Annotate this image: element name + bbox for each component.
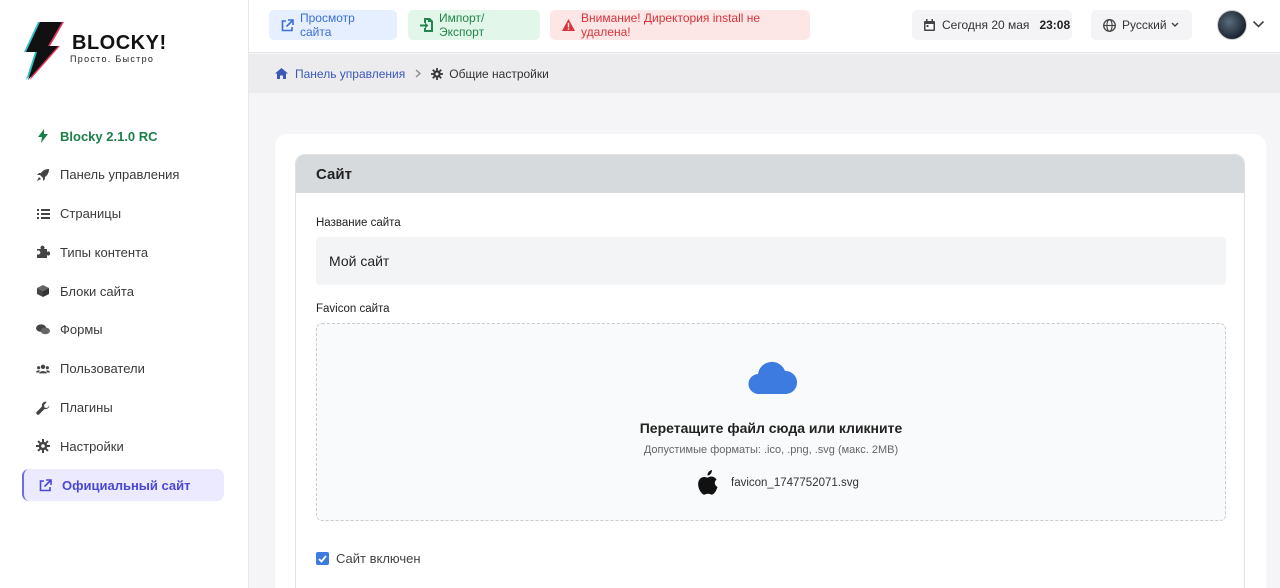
time-text: 23:08 — [1039, 18, 1071, 32]
gear-icon — [36, 439, 50, 454]
users-icon — [36, 362, 50, 376]
breadcrumb-home[interactable]: Панель управления — [275, 67, 405, 81]
wrench-icon — [36, 401, 50, 415]
breadcrumb: Панель управления Общие настройки — [249, 54, 1280, 93]
cube-icon — [36, 284, 50, 298]
brand-tagline: Просто. Быстро — [70, 54, 155, 64]
sidebar: BLOCKY! Просто. Быстро Blocky 2.1.0 RC П… — [0, 0, 249, 588]
settings-card: Сайт Название сайта Favicon сайта Перета… — [275, 134, 1266, 588]
chevron-right-icon — [415, 67, 422, 81]
avatar[interactable] — [1217, 10, 1247, 40]
favicon-label: Favicon сайта — [316, 303, 390, 315]
uploaded-file: favicon_1747752071.svg — [697, 470, 859, 496]
sidebar-item-content-types[interactable]: Типы контента — [22, 236, 224, 268]
panel-title: Сайт — [296, 155, 1244, 193]
cloud-upload-icon — [747, 360, 798, 401]
import-export-button[interactable]: Импорт/Экспорт — [408, 10, 540, 40]
puzzle-icon — [36, 245, 50, 259]
sidebar-item-label: Формы — [60, 322, 103, 338]
site-panel: Сайт Название сайта Favicon сайта Перета… — [295, 154, 1245, 588]
site-enabled-checkbox[interactable] — [316, 552, 329, 565]
sidebar-item-label: Пользователи — [60, 361, 145, 377]
date-text: Сегодня 20 мая — [942, 18, 1030, 32]
dropzone-title: Перетащите файл сюда или кликните — [639, 420, 903, 436]
dropzone-hint: Допустимые форматы: .ico, .png, .svg (ма… — [643, 444, 899, 456]
sidebar-item-version[interactable]: Blocky 2.1.0 RC — [22, 120, 224, 152]
sidebar-item-label: Blocky 2.1.0 RC — [60, 128, 158, 144]
site-name-label: Название сайта — [316, 217, 401, 229]
sidebar-item-plugins[interactable]: Плагины — [22, 392, 224, 424]
top-bar: Просмотр сайта Импорт/Экспорт Внимание! … — [249, 0, 1280, 53]
breadcrumb-home-label: Панель управления — [295, 66, 406, 81]
lightning-logo-icon — [24, 22, 64, 80]
language-selector[interactable]: Русский — [1091, 10, 1192, 40]
chevron-down-icon[interactable] — [1252, 16, 1265, 34]
site-enabled-row[interactable]: Сайт включен — [316, 551, 421, 566]
external-link-icon — [281, 18, 294, 32]
globe-icon — [1103, 18, 1116, 32]
sidebar-item-label: Страницы — [60, 206, 122, 222]
sidebar-item-label: Официальный сайт — [62, 477, 191, 493]
sidebar-item-users[interactable]: Пользователи — [22, 353, 224, 385]
warning-icon — [562, 19, 575, 31]
sidebar-item-label: Блоки сайта — [60, 283, 134, 299]
list-icon — [36, 207, 50, 221]
sidebar-item-label: Настройки — [60, 438, 124, 454]
view-site-label: Просмотр сайта — [300, 11, 355, 39]
calendar-icon — [924, 19, 935, 31]
sidebar-nav: Blocky 2.1.0 RC Панель управления Страни… — [22, 120, 224, 508]
site-name-input[interactable] — [316, 237, 1226, 285]
language-label: Русский — [1122, 18, 1167, 32]
sidebar-item-pages[interactable]: Страницы — [22, 198, 224, 230]
rocket-icon — [36, 168, 50, 182]
sidebar-item-settings[interactable]: Настройки — [22, 430, 224, 462]
check-icon — [318, 554, 327, 563]
date-display: Сегодня 20 мая 23:08 — [912, 10, 1072, 40]
sidebar-item-site-blocks[interactable]: Блоки сайта — [22, 275, 224, 307]
view-site-button[interactable]: Просмотр сайта — [269, 10, 397, 40]
external-link-icon — [38, 478, 52, 492]
import-export-label: Импорт/Экспорт — [439, 11, 485, 39]
gear-icon — [431, 67, 444, 80]
sidebar-item-label: Панель управления — [60, 167, 180, 183]
bolt-icon — [36, 129, 50, 143]
file-name: favicon_1747752071.svg — [731, 477, 859, 489]
sidebar-item-label: Типы контента — [60, 244, 149, 260]
site-enabled-label: Сайт включен — [336, 551, 421, 566]
breadcrumb-current: Общие настройки — [431, 67, 549, 81]
comments-icon — [36, 323, 50, 337]
logo[interactable]: BLOCKY! Просто. Быстро — [22, 20, 182, 82]
favicon-dropzone[interactable]: Перетащите файл сюда или кликните Допуст… — [316, 323, 1226, 521]
home-icon — [275, 68, 288, 79]
apple-icon — [697, 470, 719, 496]
brand-name: BLOCKY! — [72, 32, 167, 54]
sidebar-item-forms[interactable]: Формы — [22, 314, 224, 346]
sidebar-item-label: Плагины — [60, 400, 113, 416]
file-import-icon — [420, 18, 433, 32]
chevron-down-icon — [1171, 22, 1179, 28]
sidebar-item-official-site[interactable]: Официальный сайт — [22, 469, 224, 502]
breadcrumb-current-label: Общие настройки — [449, 66, 549, 81]
warning-label: Внимание! Директория install не удалена! — [581, 11, 761, 39]
install-warning-badge[interactable]: Внимание! Директория install не удалена! — [550, 10, 810, 40]
sidebar-item-dashboard[interactable]: Панель управления — [22, 159, 224, 191]
